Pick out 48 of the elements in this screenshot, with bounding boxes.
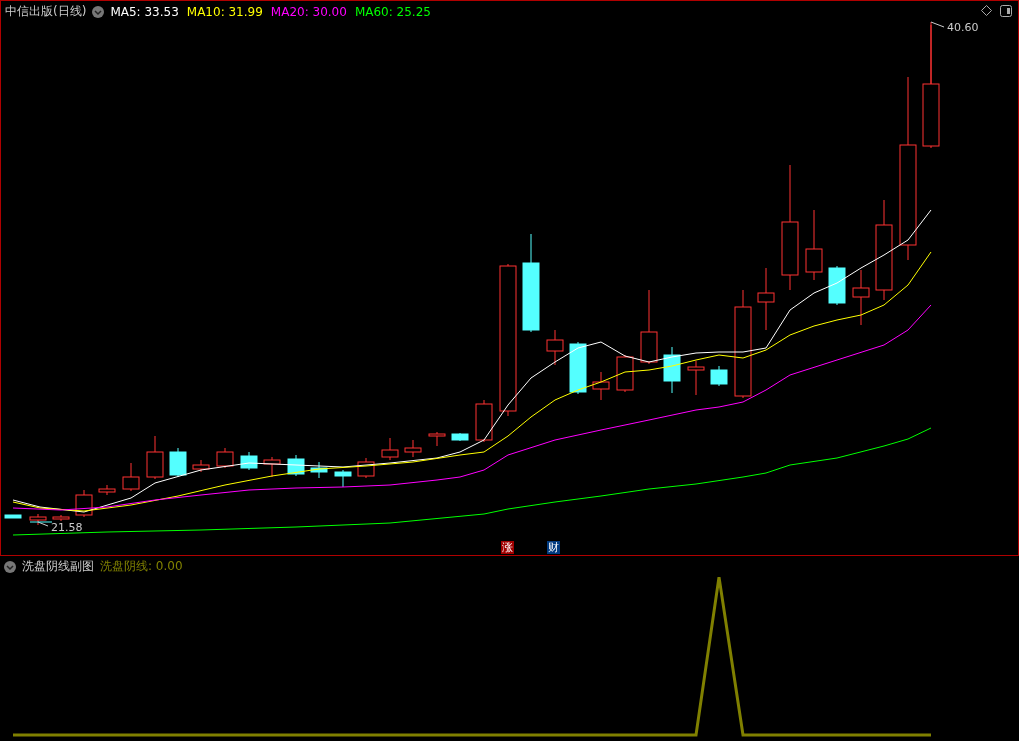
candlestick [710, 365, 728, 387]
candlestick [98, 484, 116, 496]
candlestick [451, 432, 469, 442]
candlestick [169, 447, 187, 478]
candlestick [546, 329, 564, 366]
stock-title: 中信出版(日线) [5, 3, 87, 20]
candlestick [310, 461, 328, 479]
candlestick [852, 269, 870, 326]
dropdown-icon[interactable] [4, 560, 16, 573]
candlestick [263, 456, 281, 478]
indicator-value: 洗盘阴线: 0.00 [100, 558, 183, 575]
low-price-label: 21.58 [51, 521, 83, 534]
high-price-label: 40.60 [947, 21, 979, 34]
indicator-title: 洗盘阴线副图 [22, 558, 94, 575]
candlestick [52, 514, 70, 522]
candlestick [75, 489, 93, 518]
candlestick [287, 454, 305, 477]
candlestick [240, 451, 258, 471]
candlestick [381, 437, 399, 461]
diamond-icon[interactable] [981, 5, 992, 16]
candlestick [216, 447, 234, 469]
high-pointer-icon [930, 21, 945, 85]
candlestick [357, 457, 375, 479]
candlestick [334, 469, 352, 488]
event-marker[interactable]: 涨 [501, 541, 514, 554]
panel-toggle-icon[interactable] [1000, 5, 1012, 17]
candlestick [4, 514, 22, 519]
candlestick [757, 267, 775, 331]
candlestick [828, 265, 846, 306]
candlestick [687, 360, 705, 396]
event-marker[interactable]: 财 [547, 541, 560, 554]
moving-average-value: MA5: 33.53 [110, 4, 179, 19]
candlestick [616, 354, 634, 393]
candlestick [592, 371, 610, 401]
dropdown-icon[interactable] [92, 5, 105, 18]
moving-average-value: MA20: 30.00 [270, 4, 347, 19]
candlestick [428, 431, 446, 447]
candlestick [146, 435, 164, 480]
moving-average-value: MA60: 25.25 [354, 4, 431, 19]
candlestick [122, 462, 140, 492]
moving-average-value: MA10: 31.99 [186, 4, 263, 19]
candlestick [805, 209, 823, 281]
candlestick [663, 346, 681, 394]
candlestick [569, 341, 587, 395]
candlestick [192, 459, 210, 473]
candlestick [29, 513, 47, 526]
candlestick [404, 439, 422, 458]
candlestick [475, 399, 493, 443]
